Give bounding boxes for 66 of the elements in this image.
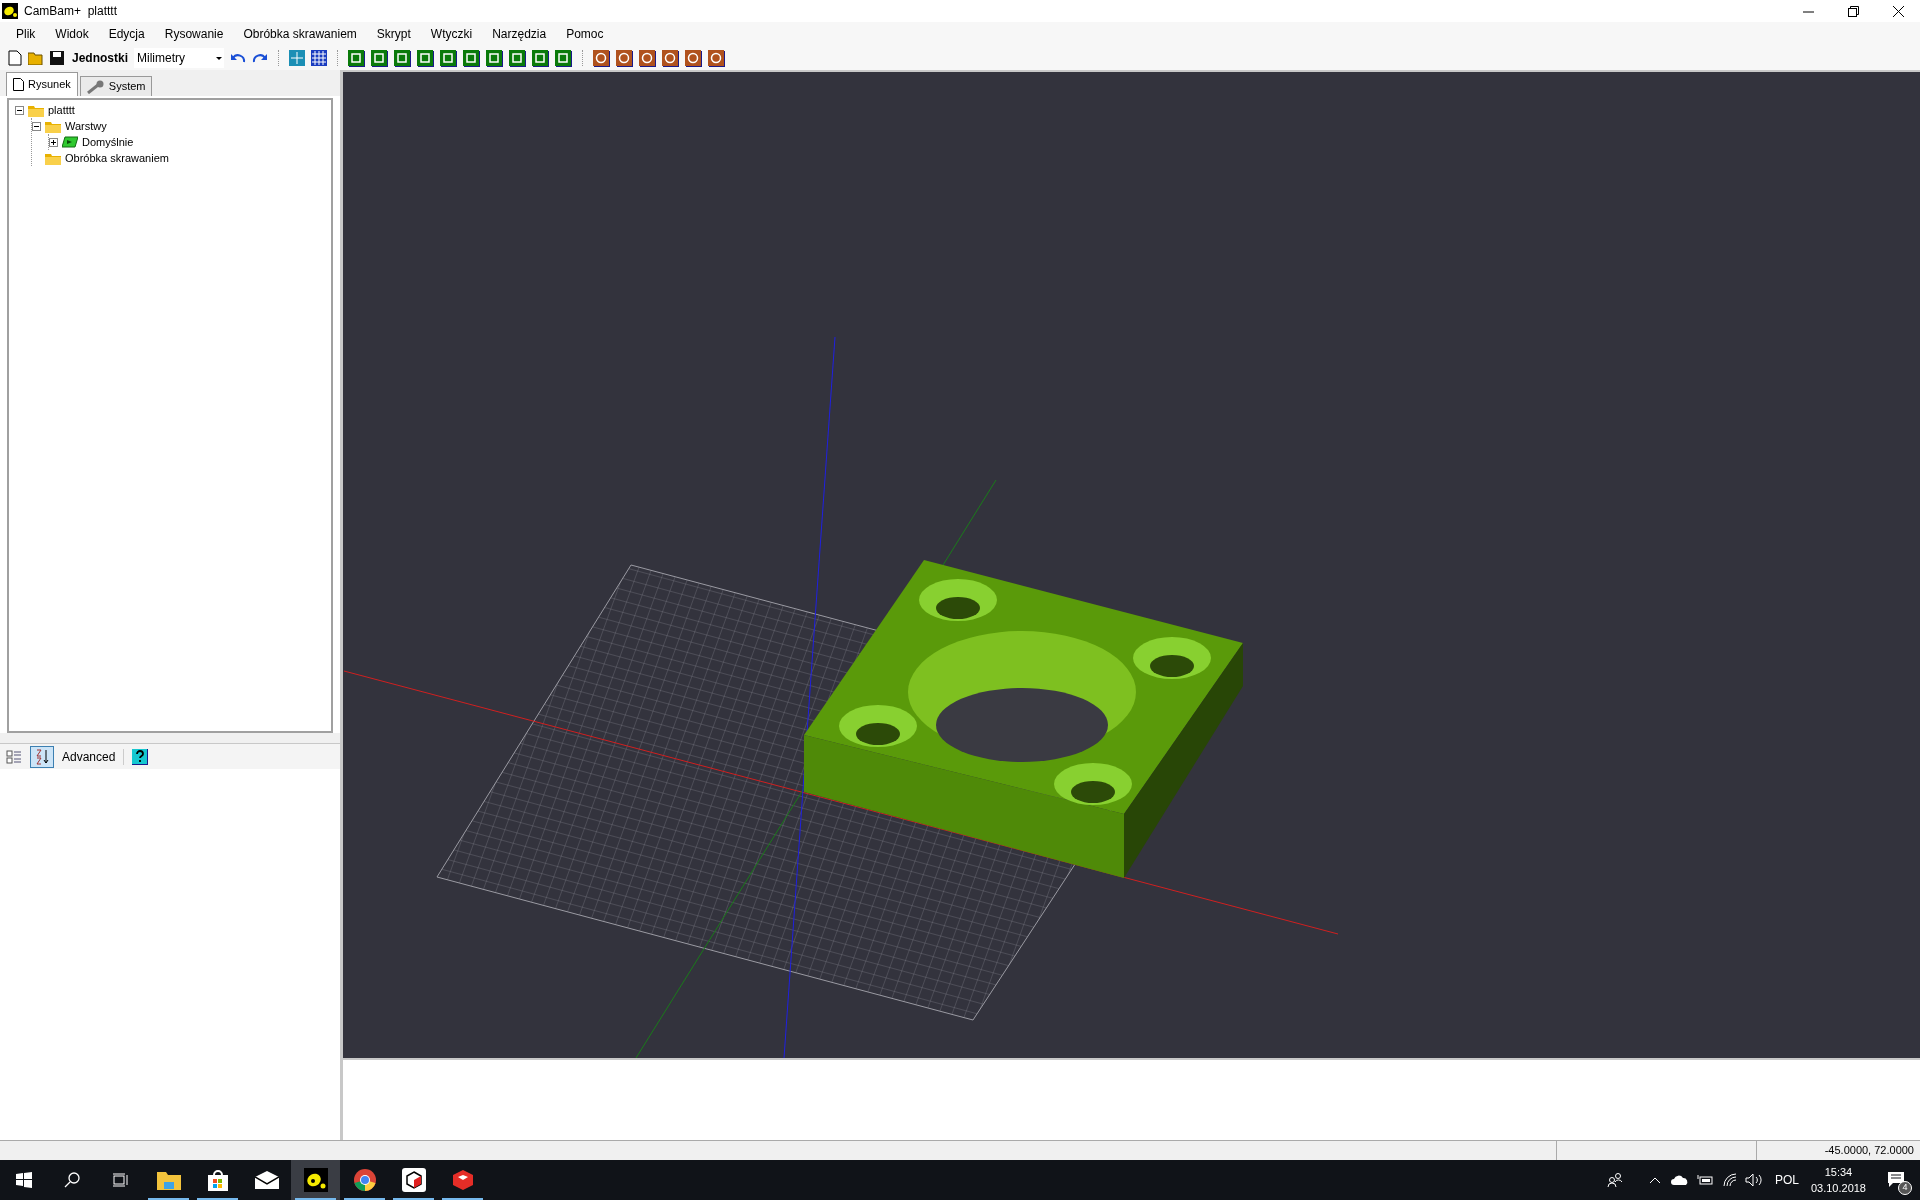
app-logo-icon [2,3,18,19]
expander-icon[interactable] [15,105,24,115]
menu-item[interactable]: Edycja [98,25,155,43]
tree-item[interactable]: Domyślnie [82,133,134,151]
windows-start-icon[interactable] [16,1172,32,1188]
folder-icon [156,1170,181,1190]
speaker-icon[interactable] [1744,1173,1763,1187]
close-icon[interactable] [1893,5,1904,17]
clock[interactable]: 15:34 03.10.2018 [1810,1164,1866,1196]
units-dropdown[interactable]: Milimetry [134,48,224,68]
units-label: Jednostki [72,50,128,67]
input-language[interactable]: POL [1774,1171,1799,1189]
folder-icon [28,103,44,117]
menu-item[interactable]: Plik [6,25,46,43]
cloud-icon[interactable] [1670,1174,1689,1186]
expander-icon[interactable] [49,137,58,147]
tree-item[interactable]: Warstwy [65,117,107,135]
people-icon[interactable] [1606,1172,1623,1188]
search-icon[interactable] [64,1172,80,1188]
menu-item[interactable]: Narzędzia [482,25,557,43]
message-icon [1888,1172,1904,1188]
window-title: CamBam+ platttt [24,3,118,20]
menu-item[interactable]: Rysowanie [154,25,234,43]
coordinates-readout: -45.0000, 72.0000 [1824,1143,1914,1159]
redo-icon[interactable] [252,52,268,64]
box-logo-icon [450,1168,475,1192]
layer-icon [62,136,78,148]
page-icon [13,78,24,91]
tree-item[interactable]: Obróbka skrawaniem [65,149,169,167]
taskbar-app[interactable] [291,1160,340,1200]
folder-icon [45,151,61,165]
folder-icon [45,119,61,133]
restore-icon[interactable] [1848,5,1859,17]
envelope-icon [254,1171,279,1189]
sort-icon [35,748,49,765]
shopping-bag-icon [206,1169,229,1191]
battery-icon[interactable] [1696,1174,1713,1186]
menu-item[interactable]: Pomoc [556,25,614,43]
menu-item[interactable]: Widok [45,25,99,43]
undo-icon[interactable] [230,52,246,64]
dropdown-caret-icon [216,56,222,60]
grid-icon[interactable] [311,50,327,66]
app-logo-icon [303,1168,328,1192]
wifi-icon[interactable] [1722,1173,1737,1187]
new-file-icon[interactable] [8,50,22,66]
notification-center[interactable]: 4 [1880,1164,1912,1196]
menu-item[interactable]: Skrypt [366,25,421,43]
sort-az-button[interactable] [30,745,54,768]
wrench-icon [86,79,105,94]
menu-item[interactable]: Wtyczki [420,25,483,43]
save-icon[interactable] [50,51,64,65]
chevron-up-icon[interactable] [1648,1176,1661,1184]
menu-item[interactable]: Obróbka skrawaniem [233,25,367,43]
chrome-icon [352,1168,377,1192]
cube-icon [401,1168,426,1192]
expander-icon[interactable] [32,121,41,131]
panel-tab[interactable]: Rysunek [6,72,78,96]
categorized-icon[interactable] [6,748,22,765]
notification-badge: 4 [1898,1181,1912,1195]
open-folder-icon[interactable] [28,51,44,65]
panel-tab[interactable]: System [79,76,153,96]
task-view-icon[interactable] [112,1172,128,1188]
help-icon[interactable] [132,748,149,765]
3d-viewport[interactable] [343,70,1920,1058]
tree-item[interactable]: platttt [48,101,75,119]
advanced-label[interactable]: Advanced [62,747,116,766]
